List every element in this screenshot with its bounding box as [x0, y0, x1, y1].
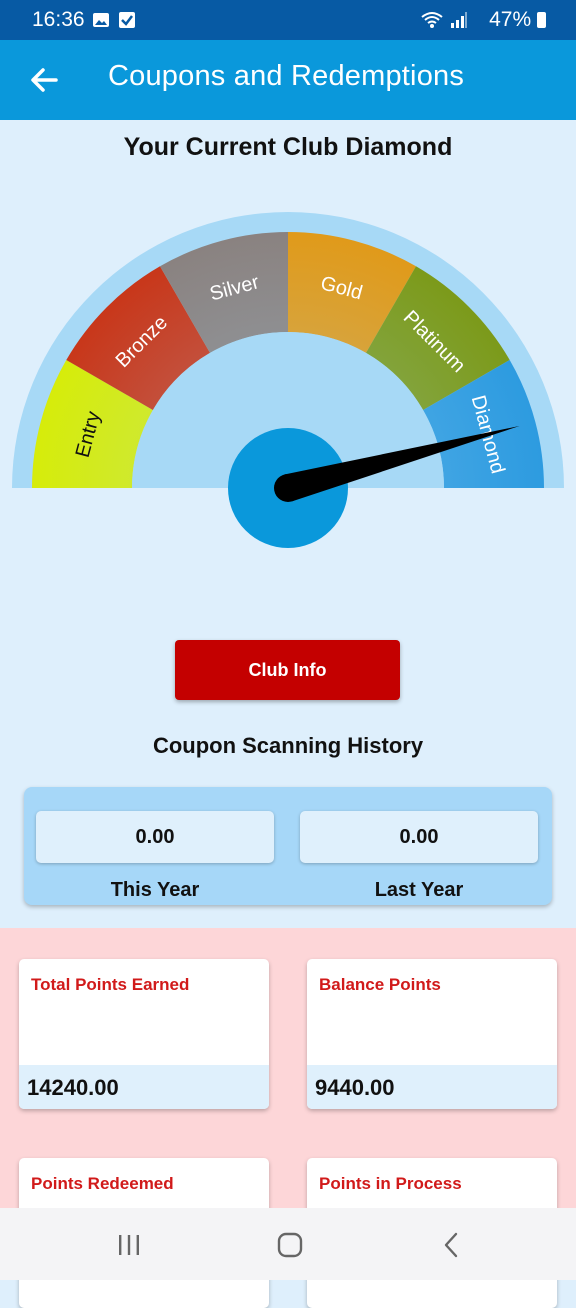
checkbox-icon: [119, 12, 135, 28]
total-points-earned-value: 14240.00: [27, 1075, 119, 1100]
balance-points-card: Balance Points 9440.00: [307, 959, 557, 1109]
club-info-button[interactable]: Club Info: [175, 640, 400, 700]
balance-points-label: Balance Points: [319, 975, 441, 994]
battery-percent: 47%: [489, 8, 532, 31]
total-points-earned-card: Total Points Earned 14240.00: [19, 959, 269, 1109]
status-battery: 47%: [489, 8, 546, 32]
coupon-history-card: 0.00 0.00 This Year Last Year: [24, 787, 552, 905]
status-notification-icons: [92, 11, 136, 29]
signal-icon: [451, 12, 467, 28]
system-nav-bar: [0, 1208, 576, 1280]
balance-points-value-bar: 9440.00: [307, 1065, 557, 1109]
this-year-label: This Year: [110, 879, 200, 901]
back-arrow-icon[interactable]: [26, 62, 62, 98]
battery-icon: [537, 12, 546, 28]
last-year-value: 0.00: [300, 811, 538, 863]
app-bar: Coupons and Redemptions: [0, 40, 576, 120]
current-club-heading: Your Current Club Diamond: [123, 133, 453, 161]
club-tier-gauge: EntryBronzeSilverGoldPlatinumDiamond: [12, 212, 564, 548]
coupon-history-heading: Coupon Scanning History: [152, 733, 424, 758]
home-icon[interactable]: [277, 1232, 303, 1258]
recent-apps-icon[interactable]: [116, 1234, 142, 1256]
wifi-icon: [421, 12, 443, 28]
this-year-value: 0.00: [36, 811, 274, 863]
balance-points-value: 9440.00: [315, 1075, 395, 1100]
total-points-earned-value-bar: 14240.00: [19, 1065, 269, 1109]
total-points-earned-label: Total Points Earned: [31, 975, 190, 994]
status-connectivity-icons: [420, 11, 468, 29]
status-time: 16:36: [32, 8, 85, 31]
points-redeemed-label: Points Redeemed: [31, 1174, 174, 1193]
gallery-icon: [93, 13, 109, 27]
last-year-label: Last Year: [374, 879, 464, 901]
back-nav-icon[interactable]: [440, 1232, 464, 1258]
gauge-needle-pivot: [274, 474, 302, 502]
points-in-process-label: Points in Process: [319, 1174, 462, 1193]
page-title: Coupons and Redemptions: [108, 60, 465, 92]
status-bar: 16:36 47%: [0, 0, 576, 40]
